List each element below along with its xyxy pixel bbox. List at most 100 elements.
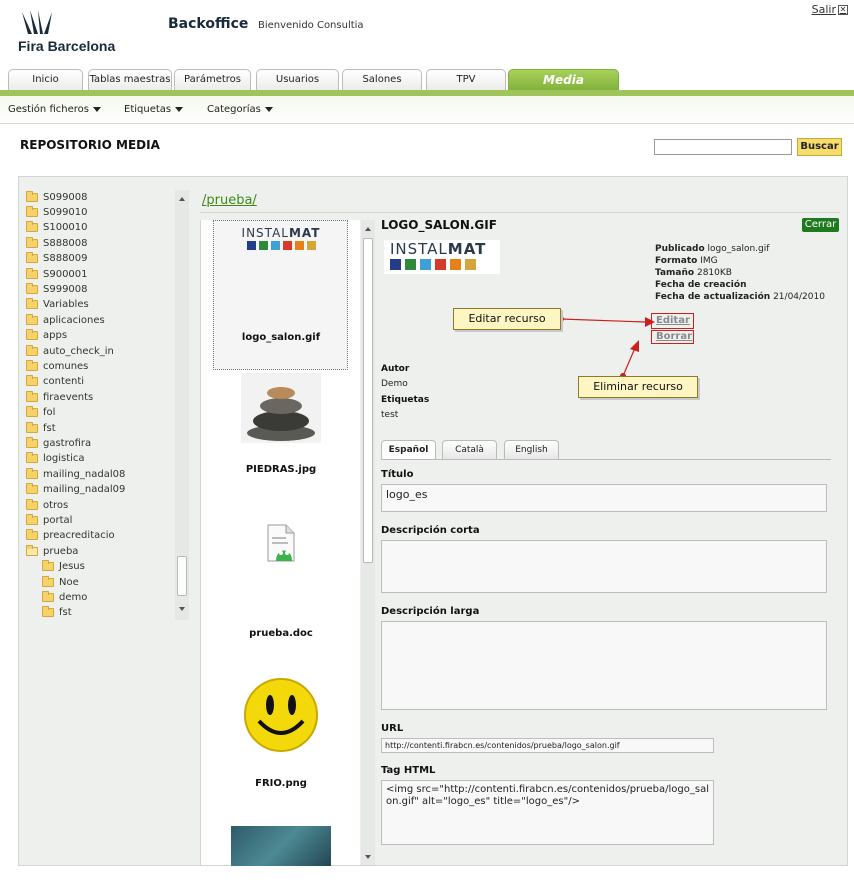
tab-lang-ca[interactable]: Català xyxy=(442,440,497,460)
scroll-down-icon[interactable] xyxy=(175,602,189,616)
tree-folder-item[interactable]: S100010 xyxy=(26,221,88,235)
tab-salones[interactable]: Salones xyxy=(342,69,422,91)
folder-label[interactable]: Noe xyxy=(59,577,79,588)
file-name[interactable]: FRIO.png xyxy=(201,778,361,789)
menu-label[interactable]: Etiquetas xyxy=(124,104,171,115)
tree-folder-item[interactable]: aplicaciones xyxy=(26,313,105,327)
tab-media[interactable]: Media xyxy=(508,69,619,91)
folder-label[interactable]: S100010 xyxy=(43,222,88,233)
file-item-prueba-doc[interactable]: prueba.doc xyxy=(201,523,361,639)
html-tag-textarea[interactable]: <img src="http://contenti.firabcn.es/con… xyxy=(381,780,714,845)
file-list-scroll-thumb[interactable] xyxy=(363,238,373,563)
menu-gestion-ficheros[interactable]: Gestión ficheros xyxy=(8,104,101,115)
title-input[interactable]: logo_es xyxy=(381,484,827,512)
folder-label[interactable]: apps xyxy=(43,330,67,341)
document-icon[interactable] xyxy=(266,523,296,563)
file-name[interactable]: prueba.doc xyxy=(201,628,361,639)
tab-usuarios[interactable]: Usuarios xyxy=(256,69,339,91)
close-icon[interactable]: ✕ xyxy=(838,4,848,15)
tree-folder-item[interactable]: firaevents xyxy=(26,390,93,404)
tree-folder-item[interactable]: mailing_nadal08 xyxy=(26,467,125,481)
logout-link[interactable]: Salir ✕ xyxy=(812,3,848,16)
long-desc-textarea[interactable] xyxy=(381,621,827,710)
tree-folder-item[interactable]: gastrofira xyxy=(26,436,91,450)
tab-tablas-maestras[interactable]: Tablas maestras xyxy=(88,69,172,91)
tree-folder-item[interactable]: auto_check_in xyxy=(26,344,114,358)
url-field[interactable]: http://contenti.firabcn.es/contenidos/pr… xyxy=(381,738,714,753)
tree-folder-item[interactable]: comunes xyxy=(26,359,88,373)
menu-label[interactable]: Gestión ficheros xyxy=(8,104,89,115)
folder-label[interactable]: otros xyxy=(43,500,68,511)
folder-label[interactable]: S099010 xyxy=(43,207,88,218)
file-item-logo-salon[interactable]: INSTALMAT logo_salon.gif xyxy=(201,220,361,343)
current-path-link[interactable]: /prueba/ xyxy=(202,193,257,208)
tree-folder-item[interactable]: contenti xyxy=(26,375,84,389)
tree-subfolder-item[interactable]: Noe xyxy=(42,575,79,589)
scroll-up-icon[interactable] xyxy=(361,222,375,236)
tree-subfolder-item[interactable]: Jesus xyxy=(42,560,85,574)
tree-folder-item[interactable]: apps xyxy=(26,329,67,343)
folder-label[interactable]: logistica xyxy=(43,453,85,464)
logout-label[interactable]: Salir xyxy=(812,3,836,16)
folder-label[interactable]: mailing_nadal09 xyxy=(43,484,125,495)
tree-subfolder-item[interactable]: fst xyxy=(42,606,72,620)
tree-folder-item[interactable]: fol xyxy=(26,406,55,420)
menu-label[interactable]: Categorías xyxy=(207,104,261,115)
folder-label[interactable]: firaevents xyxy=(43,392,93,403)
tree-folder-item[interactable]: S900001 xyxy=(26,267,88,281)
folder-label[interactable]: S888008 xyxy=(43,238,88,249)
tree-subfolder-item[interactable]: demo xyxy=(42,590,87,604)
folder-label[interactable]: fol xyxy=(43,407,55,418)
tab-inicio[interactable]: Inicio xyxy=(8,69,83,91)
file-item-frio[interactable]: FRIO.png xyxy=(201,675,361,789)
folder-label[interactable]: auto_check_in xyxy=(43,346,114,357)
folder-label[interactable]: contenti xyxy=(43,376,84,387)
folder-label[interactable]: mailing_nadal08 xyxy=(43,469,125,480)
folder-label[interactable]: S999008 xyxy=(43,284,88,295)
tree-scroll-thumb[interactable] xyxy=(177,556,187,596)
tree-folder-item[interactable]: S099010 xyxy=(26,205,88,219)
menu-etiquetas[interactable]: Etiquetas xyxy=(124,104,184,115)
folder-label[interactable]: S900001 xyxy=(43,269,88,280)
file-name[interactable]: logo_salon.gif xyxy=(201,332,361,343)
tree-folder-item[interactable]: preacreditacio xyxy=(26,529,115,543)
scroll-down-icon[interactable] xyxy=(361,850,375,864)
search-button[interactable]: Buscar xyxy=(797,138,842,156)
folder-label[interactable]: fst xyxy=(59,607,72,618)
tree-folder-item[interactable]: S888008 xyxy=(26,236,88,250)
folder-label[interactable]: aplicaciones xyxy=(43,315,105,326)
tree-folder-item[interactable]: Variables xyxy=(26,298,89,312)
file-item-piedras[interactable]: PIEDRAS.jpg xyxy=(201,373,361,475)
search-input[interactable] xyxy=(654,139,792,155)
folder-label[interactable]: Jesus xyxy=(59,561,85,572)
tree-folder-item[interactable]: logistica xyxy=(26,452,85,466)
folder-label[interactable]: prueba xyxy=(43,546,78,557)
folder-label[interactable]: gastrofira xyxy=(43,438,91,449)
tree-folder-item[interactable]: prueba xyxy=(26,544,78,558)
tab-lang-es[interactable]: Español xyxy=(381,440,436,460)
scroll-up-icon[interactable] xyxy=(175,192,189,206)
folder-label[interactable]: S099008 xyxy=(43,192,88,203)
folder-label[interactable]: fst xyxy=(43,423,56,434)
tab-lang-en[interactable]: English xyxy=(504,440,559,460)
file-name[interactable]: PIEDRAS.jpg xyxy=(201,464,361,475)
tab-parametros[interactable]: Parámetros xyxy=(174,69,251,91)
tree-folder-item[interactable]: otros xyxy=(26,498,68,512)
folder-label[interactable]: preacreditacio xyxy=(43,530,115,541)
menu-categorias[interactable]: Categorías xyxy=(207,104,273,115)
stones-thumbnail[interactable] xyxy=(241,373,321,443)
tab-tpv[interactable]: TPV xyxy=(426,69,506,91)
tree-folder-item[interactable]: mailing_nadal09 xyxy=(26,483,125,497)
water-thumbnail[interactable] xyxy=(231,826,331,866)
tree-folder-item[interactable]: S888009 xyxy=(26,252,88,266)
tree-folder-item[interactable]: S099008 xyxy=(26,190,88,204)
close-button[interactable]: Cerrar xyxy=(802,218,839,232)
short-desc-textarea[interactable] xyxy=(381,540,827,593)
folder-label[interactable]: demo xyxy=(59,592,87,603)
folder-label[interactable]: S888009 xyxy=(43,253,88,264)
folder-label[interactable]: portal xyxy=(43,515,72,526)
folder-label[interactable]: Variables xyxy=(43,299,89,310)
tree-folder-item[interactable]: fst xyxy=(26,421,56,435)
tree-folder-item[interactable]: S999008 xyxy=(26,282,88,296)
folder-label[interactable]: comunes xyxy=(43,361,88,372)
